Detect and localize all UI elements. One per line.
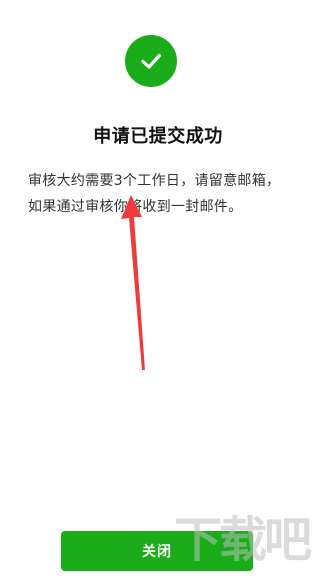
success-checkmark-icon	[125, 35, 177, 87]
checkmark-icon	[141, 53, 162, 69]
close-button[interactable]: 关闭	[61, 531, 253, 571]
page-title: 申请已提交成功	[93, 126, 223, 147]
red-arrow-icon	[121, 195, 145, 370]
